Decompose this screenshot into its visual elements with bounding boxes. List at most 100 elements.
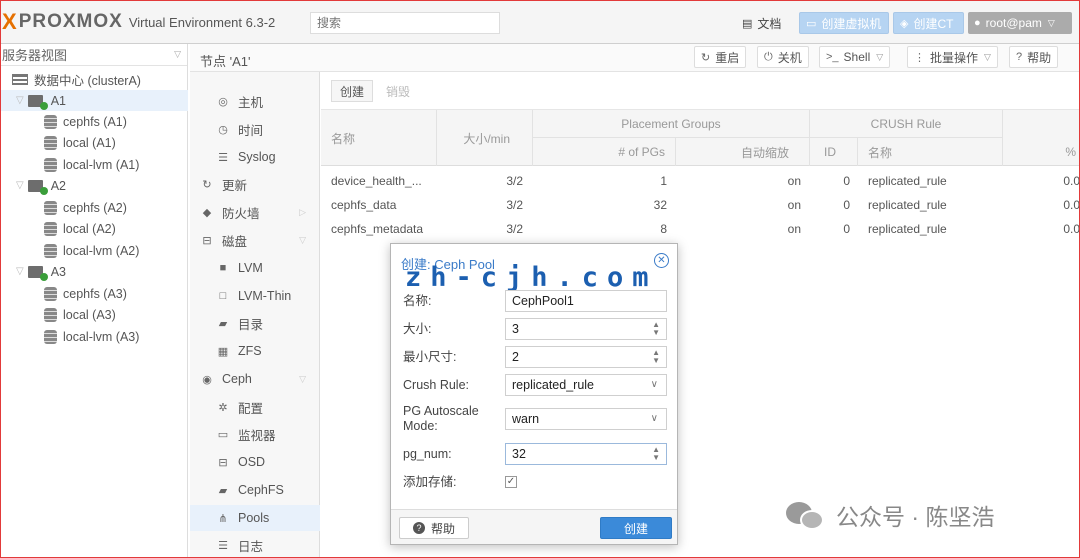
col-label: ID [824, 145, 836, 159]
nav-item-firewall[interactable]: ◆ 防火墙 ▷ [190, 199, 320, 225]
col-size[interactable]: 大小/min [437, 110, 533, 166]
autoscale-mode-select[interactable]: warn ∨ [505, 408, 667, 430]
tree-item-label: local-lvm (A1) [63, 157, 140, 172]
help-button[interactable]: ? 帮助 [1009, 46, 1059, 68]
min-size-label: 最小尺寸: [403, 350, 457, 364]
field-value: 2 [512, 350, 519, 364]
tree-item-storage[interactable]: local (A1) [44, 132, 116, 153]
nav-item-monitor[interactable]: ▭ 监视器 [190, 421, 320, 447]
shutdown-button[interactable]: ⏻ 关机 [757, 46, 809, 68]
spinner-icon[interactable]: ▲ ▼ [652, 349, 660, 365]
tree-item-storage[interactable]: local (A3) [44, 304, 116, 325]
monitor-icon: ▭ [217, 428, 229, 441]
bulk-actions-button[interactable]: ⋮ 批量操作 ▽ [907, 46, 998, 68]
spinner-icon[interactable]: ▲ ▼ [652, 321, 660, 337]
dialog-footer: ? 帮助 创建 [391, 509, 677, 544]
docs-label: 文档 [757, 16, 782, 31]
nav-item-lvm-thin[interactable]: □ LVM-Thin [190, 283, 320, 309]
tree-item-label: local (A2) [63, 221, 116, 236]
spinner-icon[interactable]: ▲ ▼ [652, 446, 660, 462]
pg-num-label: pg_num: [403, 447, 452, 461]
col-name[interactable]: 名称 [321, 110, 437, 166]
create-vm-button[interactable]: ▭ 创建虚拟机 [799, 12, 889, 34]
page-title: 节点 'A1' [200, 54, 251, 69]
help-icon: ? [412, 522, 425, 534]
create-ct-label: 创建CT [913, 16, 954, 31]
col-label: 自动缩放 [740, 145, 789, 160]
col-crush-name[interactable]: 名称 [858, 138, 1003, 166]
help-icon: ? [1016, 51, 1023, 63]
view-selector[interactable]: 服务器视图 ▽ [0, 44, 187, 66]
docs-button[interactable]: ▤ 文档 [736, 12, 787, 34]
col-label: % [1065, 145, 1076, 159]
tree-item-storage[interactable]: local-lvm (A3) [44, 326, 139, 347]
tree-item-node-a1[interactable]: ▽ A1 [0, 90, 188, 111]
user-menu-button[interactable]: ● root@pam ▽ [968, 12, 1072, 34]
tree-item-storage[interactable]: cephfs (A1) [44, 111, 127, 132]
tree-item-storage[interactable]: cephfs (A2) [44, 197, 127, 218]
col-group-crush: CRUSH Rule [810, 110, 1003, 138]
create-pool-dialog: 创建: Ceph Pool zh-cjh.com ✕ 名称: CephPool1… [390, 243, 678, 545]
shell-button[interactable]: >_ Shell ▽ [819, 46, 891, 68]
tree-item-label: A3 [50, 264, 66, 279]
table-row[interactable]: device_health_... 3/2 1 on 0 replicated_… [321, 169, 1080, 193]
tree-item-storage[interactable]: local (A2) [44, 218, 116, 239]
tree-item-label: A1 [50, 93, 66, 108]
add-storage-checkbox[interactable]: ✓ [505, 476, 517, 488]
nav-item-cephfs[interactable]: ▰ CephFS [190, 477, 320, 503]
pg-num-stepper[interactable]: 32 ▲ ▼ [505, 443, 667, 465]
nav-item-directory[interactable]: ▰ 目录 [190, 310, 320, 336]
nav-item-ceph[interactable]: ◉ Ceph ▽ [190, 366, 320, 392]
nav-label: Pools [238, 511, 270, 525]
nav-item-log[interactable]: ☰ 日志 [190, 532, 320, 558]
chevron-down-icon: ∨ [650, 379, 658, 390]
nav-item-syslog[interactable]: ☰ Syslog [190, 144, 320, 170]
shield-icon: ◆ [202, 206, 212, 219]
tree-item-datacenter[interactable]: 数据中心 (clusterA) [12, 69, 141, 90]
pool-name-input[interactable]: CephPool1 [505, 290, 667, 312]
nav-label: 时间 [238, 123, 264, 138]
version-label: Virtual Environment 6.3-2 [128, 14, 276, 30]
col-used[interactable]: % [1003, 138, 1080, 166]
dialog-create-button[interactable]: 创建 [600, 517, 672, 539]
dialog-help-button[interactable]: ? 帮助 [399, 517, 469, 539]
destroy-pool-button[interactable]: 销毁 [377, 80, 419, 102]
create-pool-button[interactable]: 创建 [331, 80, 374, 102]
col-crush-id[interactable]: ID [810, 138, 858, 166]
collapse-caret-icon: ▽ [16, 95, 24, 106]
tree-item-storage[interactable]: cephfs (A3) [44, 283, 127, 304]
cell-used: 0.0 [1063, 174, 1080, 188]
nav-label: 配置 [238, 401, 264, 416]
tree-item-storage[interactable]: local-lvm (A1) [44, 154, 139, 175]
size-stepper[interactable]: 3 ▲ ▼ [505, 318, 667, 340]
nav-label: CephFS [238, 483, 284, 497]
logo-x: X [2, 9, 17, 34]
close-icon[interactable]: ✕ [654, 253, 669, 268]
min-size-stepper[interactable]: 2 ▲ ▼ [505, 346, 667, 368]
table-row[interactable]: cephfs_data 3/2 32 on 0 replicated_rule … [321, 193, 1080, 217]
search-input[interactable] [310, 12, 500, 34]
nav-item-time[interactable]: ◷ 时间 [190, 116, 320, 142]
crush-rule-select[interactable]: replicated_rule ∨ [505, 374, 667, 396]
col-label: 名称 [331, 131, 356, 146]
tree-item-storage[interactable]: local-lvm (A2) [44, 240, 139, 261]
tree-item-node-a3[interactable]: ▽ A3 [16, 261, 66, 282]
proxmox-logo[interactable]: X PROXMOX Virtual Environment 6.3-2 [2, 9, 276, 34]
nav-item-host[interactable]: ◎ 主机 [190, 88, 320, 114]
nav-item-lvm[interactable]: ■ LVM [190, 255, 320, 281]
nav-item-config[interactable]: ✲ 配置 [190, 394, 320, 420]
nav-item-zfs[interactable]: ▦ ZFS [190, 338, 320, 364]
col-autoscale[interactable]: 自动缩放 [676, 138, 810, 166]
nav-item-updates[interactable]: ↻ 更新 [190, 171, 320, 197]
nav-item-pools[interactable]: ⋔ Pools [190, 505, 320, 531]
gear-icon: ✲ [218, 401, 228, 414]
restart-button[interactable]: ↻ 重启 [694, 46, 747, 68]
col-label: 名称 [868, 145, 893, 160]
nav-item-osd[interactable]: ⊟ OSD [190, 449, 320, 475]
table-row[interactable]: cephfs_metadata 3/2 8 on 0 replicated_ru… [321, 217, 1080, 241]
nav-item-disks[interactable]: ⊟ 磁盘 ▽ [190, 227, 320, 253]
tree-item-node-a2[interactable]: ▽ A2 [16, 175, 66, 196]
storage-icon [44, 221, 57, 236]
col-pgs[interactable]: # of PGs [533, 138, 676, 166]
create-ct-button[interactable]: ◈ 创建CT [893, 12, 964, 34]
